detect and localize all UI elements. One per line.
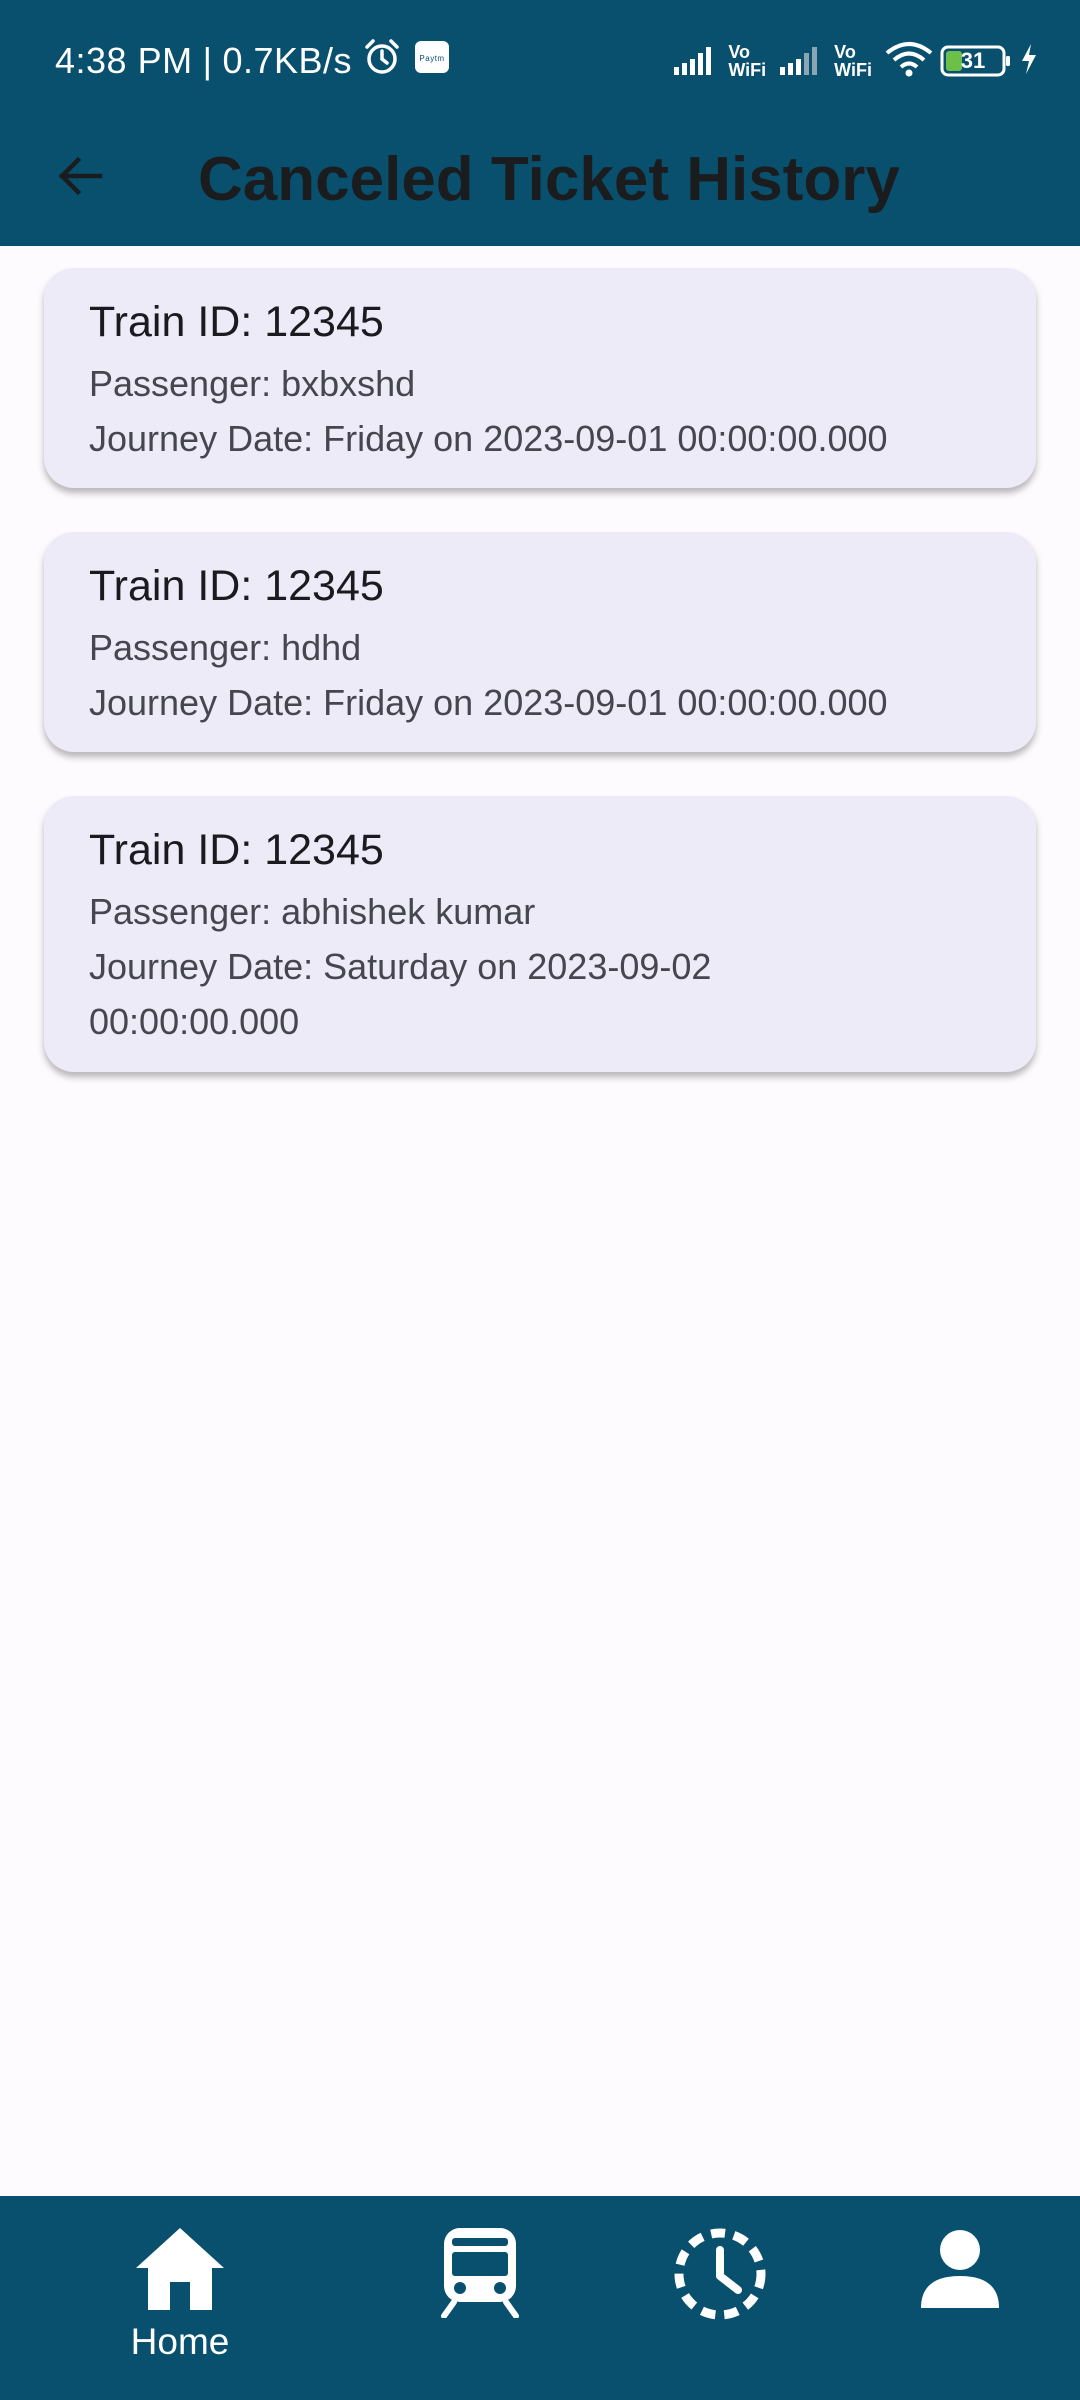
nav-trains[interactable] [370, 2196, 590, 2400]
train-id: Train ID: 12345 [89, 298, 384, 346]
train-id: Train ID: 12345 [89, 826, 384, 874]
status-speed: 0.7KB/s [222, 40, 353, 81]
volte-wifi-2: Vo WiFi [834, 42, 872, 80]
wifi-icon [884, 39, 934, 84]
home-icon [132, 2226, 228, 2317]
ticket-card[interactable]: Train ID: 12345 Passenger: abhishek kuma… [44, 796, 1036, 1072]
battery-level: 31 [960, 48, 986, 73]
journey-time: 00:00:00.000 [89, 1001, 300, 1042]
passenger-name: Passenger: abhishek kumar [89, 891, 536, 932]
nav-home[interactable]: Home [70, 2196, 290, 2400]
volte-wifi-1: Vo WiFi [728, 42, 767, 80]
passenger-name: Passenger: bxbxshd [89, 363, 416, 404]
journey-date: Journey Date: Friday on 2023-09-01 00:00… [89, 682, 888, 723]
train-id: Train ID: 12345 [89, 562, 384, 610]
nav-profile[interactable] [850, 2196, 1070, 2400]
train-icon [440, 2226, 520, 2323]
arrow-back-icon [54, 150, 106, 207]
app-bar: Canceled Ticket History [0, 120, 1080, 246]
journey-date: Journey Date: Friday on 2023-09-01 00:00… [89, 418, 888, 459]
signal-icon-1 [672, 41, 722, 82]
ticket-card[interactable]: Train ID: 12345 Passenger: hdhd Journey … [44, 532, 1036, 752]
bottom-navigation: Home [0, 2196, 1080, 2400]
nav-history[interactable] [610, 2196, 830, 2400]
status-right: Vo WiFi Vo WiFi 31 [672, 36, 1040, 86]
status-separator: | [202, 40, 213, 81]
journey-date: Journey Date: Saturday on 2023-09-02 [89, 946, 712, 987]
svg-text:Paytm: Paytm [419, 54, 444, 63]
history-icon [672, 2226, 768, 2327]
signal-icon-2 [778, 41, 828, 82]
status-time: 4:38 PM [55, 40, 193, 81]
person-icon [917, 2226, 1003, 2317]
alarm-icon [362, 37, 402, 86]
status-bar: 4:38 PM | 0.7KB/s Paytm Vo WiFi Vo WiFi … [0, 0, 1080, 120]
ticket-card[interactable]: Train ID: 12345 Passenger: bxbxshd Journ… [44, 268, 1036, 488]
charging-icon [1018, 42, 1040, 81]
paytm-icon: Paytm [412, 37, 452, 86]
passenger-name: Passenger: hdhd [89, 627, 362, 668]
status-left: 4:38 PM | 0.7KB/s Paytm [55, 36, 452, 86]
battery-icon: 31 [940, 44, 1012, 78]
back-button[interactable] [40, 138, 120, 218]
nav-home-label: Home [130, 2321, 230, 2362]
page-title: Canceled Ticket History [198, 144, 900, 214]
